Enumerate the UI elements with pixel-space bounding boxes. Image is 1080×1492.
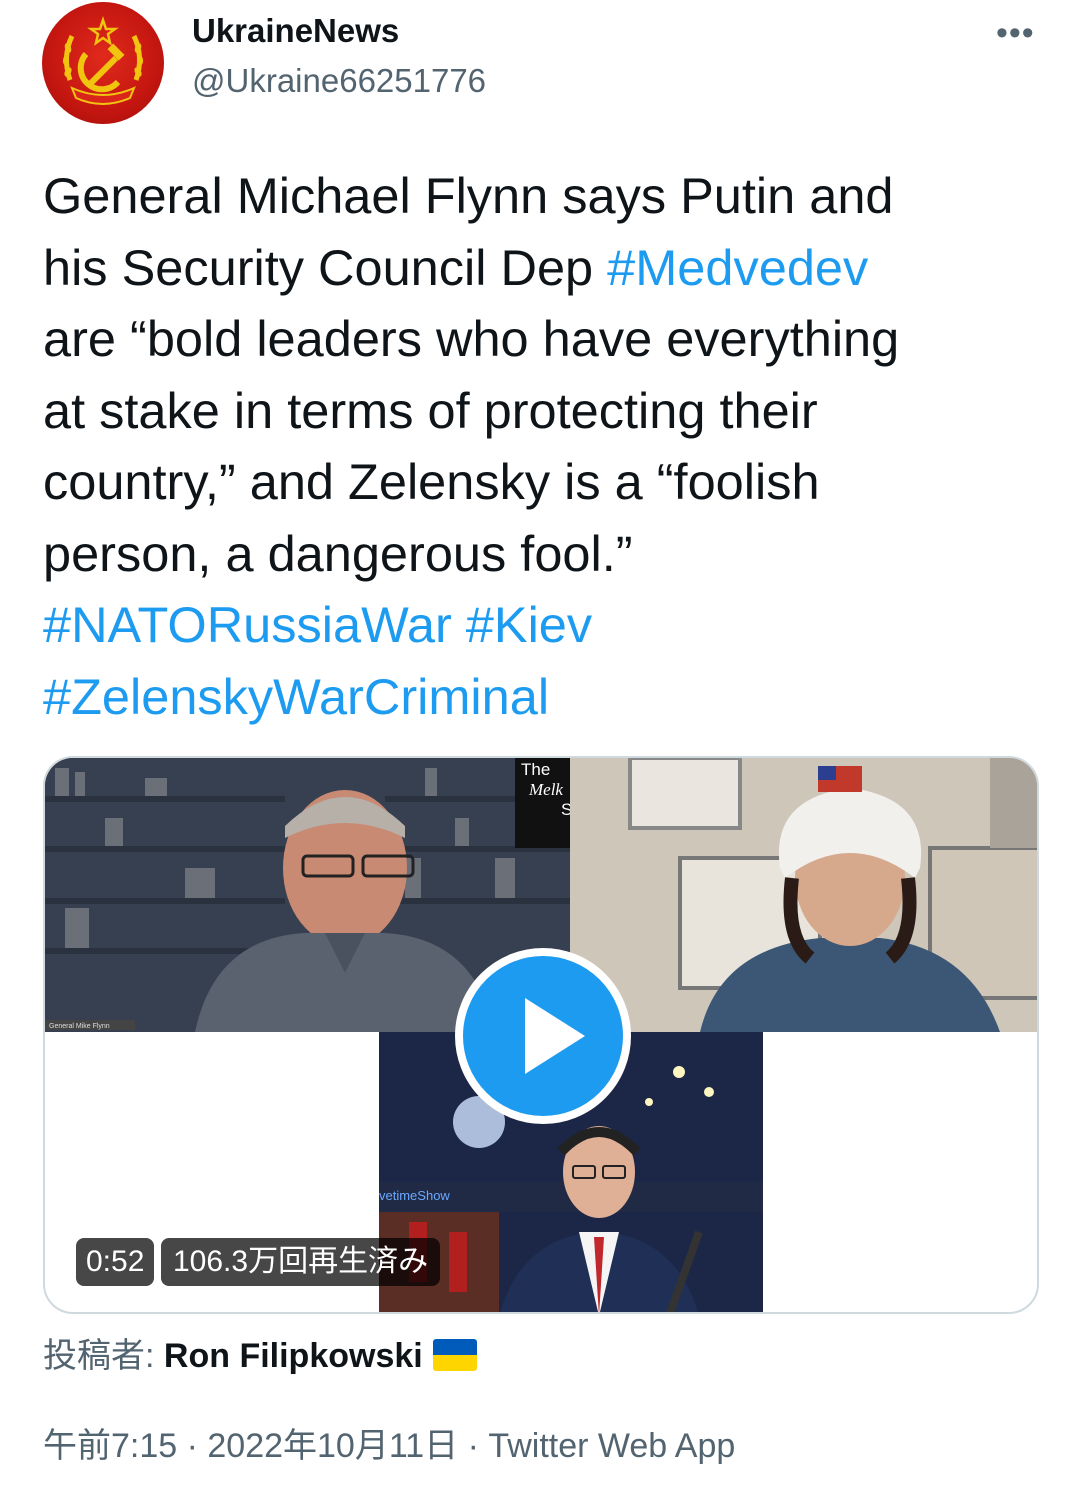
show-logo-line: Melk <box>529 780 563 799</box>
poster-name[interactable]: Ron Filipkowski <box>164 1337 423 1375</box>
studio-watermark: vetimeShow <box>379 1188 450 1203</box>
show-logo-line: The <box>521 760 551 779</box>
tweet-text-line: his Security Council Dep #Medvedev <box>43 232 1043 304</box>
display-name[interactable]: UkraineNews <box>192 12 399 50</box>
video-player[interactable]: General Mike Flynn The Melk Show <box>43 756 1039 1314</box>
lower-third-label: General Mike Flynn <box>49 1023 110 1030</box>
tweet-text-line: country,” and Zelensky is a “foolish <box>43 446 1043 518</box>
tweet-text-segment: country,” and Zelensky is a “foolish <box>43 453 820 510</box>
video-panel-host <box>570 758 1037 1032</box>
tweet-text-line: General Michael Flynn says Putin and <box>43 160 1043 232</box>
hashtag-link[interactable]: #NATORussiaWar <box>43 596 452 653</box>
tweet-text-line: at stake in terms of protecting their <box>43 375 1043 447</box>
tweet-text-segment: person, a dangerous fool.” <box>43 524 633 582</box>
tweet-text-segment: at stake in terms of protecting their <box>43 381 818 439</box>
play-button[interactable] <box>455 948 631 1124</box>
hashtag-link[interactable]: #Medvedev <box>607 239 868 296</box>
hashtag-link[interactable]: #Kiev <box>466 596 592 653</box>
view-count: 106.3万回再生済み <box>161 1238 441 1286</box>
tweet-text-segment: his Security Council Dep <box>43 238 608 296</box>
avatar[interactable] <box>42 2 164 124</box>
tweet-text-segment: are “bold leaders who have everything <box>43 310 900 367</box>
attribution: 投稿者: Ron Filipkowski <box>43 1328 477 1377</box>
video-duration: 0:52 <box>76 1238 155 1286</box>
show-logo: The Melk Show <box>515 758 570 848</box>
user-handle[interactable]: @Ukraine66251776 <box>192 62 486 100</box>
tweet-text-line: #ZelenskyWarCriminal <box>43 661 1043 733</box>
tweet-timestamp[interactable]: 午前7:15 · 2022年10月11日 · Twitter Web App <box>43 1418 735 1467</box>
tweet-text-line: are “bold leaders who have everything <box>43 303 1043 375</box>
more-options-icon[interactable]: ••• <box>996 16 1035 50</box>
ukraine-flag-icon <box>432 1339 477 1371</box>
play-icon <box>525 998 585 1074</box>
hammer-sickle-emblem-icon <box>62 16 144 105</box>
attribution-prefix: 投稿者: <box>43 1337 164 1375</box>
hashtag-link[interactable]: #ZelenskyWarCriminal <box>43 668 549 725</box>
show-logo-line: Show <box>521 800 570 820</box>
tweet-text-line: person, a dangerous fool.” <box>43 518 1043 590</box>
tweet-text-line: #NATORussiaWar #Kiev <box>43 589 1043 661</box>
tweet-text-segment <box>452 596 466 653</box>
tweet-text: General Michael Flynn says Putin and his … <box>43 160 1043 732</box>
tweet-text-segment: General Michael Flynn says Putin and <box>43 167 894 224</box>
